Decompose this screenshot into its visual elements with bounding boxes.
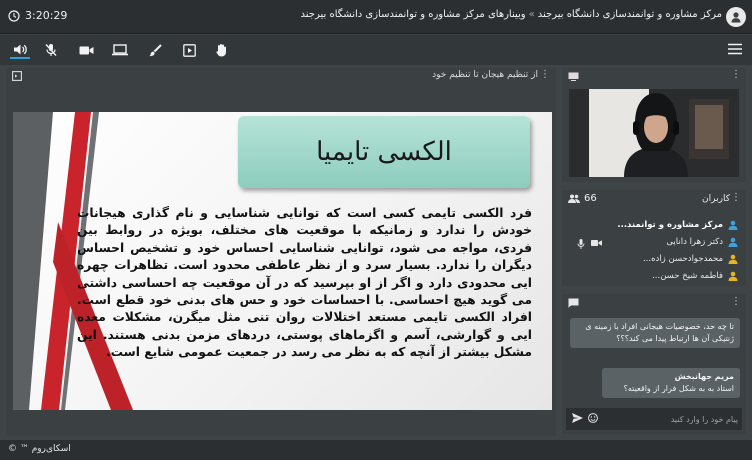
presentation-title: از تنظیم هیجان تا تنظیم خود bbox=[432, 70, 538, 80]
chat-input-bar bbox=[566, 408, 742, 430]
speaker-icon bbox=[13, 43, 28, 56]
user-badge-icon bbox=[728, 271, 738, 281]
chat-message: تا چه حد، خصوصیات هیجانی افراد با زمینه … bbox=[570, 318, 740, 348]
presentation-header: از تنظیم هیجان تا تنظیم خود ⋮ bbox=[6, 68, 556, 84]
footer: اسکای‌روم ™ © bbox=[0, 440, 752, 460]
breadcrumb: مرکز مشاوره و توانمندسازی دانشگاه بیرجند… bbox=[301, 9, 722, 20]
clock-icon bbox=[8, 9, 20, 22]
media-button[interactable] bbox=[179, 41, 199, 59]
user-icon bbox=[730, 11, 742, 23]
chat-options-icon[interactable]: ⋮ bbox=[731, 296, 741, 307]
chat-header: ⋮ bbox=[562, 294, 746, 312]
slide-title-box: الکسی تایمیا bbox=[238, 116, 530, 188]
breadcrumb-current: وبینارهای مرکز مشاوره و توانمندسازی دانش… bbox=[300, 9, 526, 20]
footer-brand: اسکای‌روم ™ © bbox=[8, 444, 71, 454]
chat-message-author: مریم جهانبخش bbox=[674, 372, 734, 381]
slide-body: فرد الکسی تایمی کسی است که توانایی شناسا… bbox=[77, 206, 532, 360]
user-row-presenter[interactable]: مرکز مشاوره و توانمند... bbox=[568, 216, 738, 233]
slide-title: الکسی تایمیا bbox=[316, 137, 452, 167]
user-name: محمدجوادحسن زاده... bbox=[642, 253, 723, 264]
users-options-icon[interactable]: ⋮ bbox=[731, 192, 741, 203]
toolbar bbox=[0, 35, 752, 65]
chat-panel: ⋮ تا چه حد، خصوصیات هیجانی افراد با زمین… bbox=[562, 294, 746, 434]
raise-hand-icon bbox=[215, 43, 228, 57]
media-play-icon bbox=[182, 43, 196, 57]
raise-hand-button[interactable] bbox=[211, 41, 231, 59]
brand-name: اسکای‌روم ™ bbox=[19, 444, 71, 454]
mic-muted-icon bbox=[44, 43, 58, 57]
camera-options-icon[interactable]: ⋮ bbox=[731, 69, 741, 80]
users-panel: 66 کاربران ⋮ مرکز مشاوره و توانمند... دک… bbox=[562, 190, 746, 286]
emoji-icon[interactable] bbox=[588, 413, 598, 423]
user-row[interactable]: فاطمه شیخ حسن... bbox=[568, 267, 738, 284]
title-bar: 3:20:29 مرکز مشاوره و توانمندسازی دانشگا… bbox=[0, 0, 752, 34]
session-clock: 3:20:29 bbox=[8, 9, 67, 22]
breadcrumb-parent[interactable]: مرکز مشاوره و توانمندسازی دانشگاه بیرجند bbox=[538, 9, 722, 20]
copyright-symbol: © bbox=[8, 444, 17, 454]
chat-message-text: استاد به به شکل فرار از واقعیته؟ bbox=[623, 384, 734, 393]
user-name: فاطمه شیخ حسن... bbox=[652, 270, 723, 281]
brush-icon bbox=[149, 43, 162, 57]
whiteboard-button[interactable] bbox=[145, 41, 165, 59]
menu-icon bbox=[728, 43, 742, 55]
clock-time: 3:20:29 bbox=[25, 9, 68, 22]
user-name: مرکز مشاوره و توانمند... bbox=[617, 219, 723, 230]
user-icon bbox=[728, 237, 738, 247]
chat-message-text: تا چه حد، خصوصیات هیجانی افراد با زمینه … bbox=[585, 322, 734, 343]
screen-share-button[interactable] bbox=[110, 41, 130, 59]
users-icon bbox=[568, 194, 580, 203]
users-count: 66 bbox=[584, 193, 597, 204]
chat-message-input[interactable] bbox=[600, 411, 738, 427]
camera-panel: ⋮ bbox=[562, 68, 746, 182]
microphone-button[interactable] bbox=[41, 41, 61, 59]
user-row[interactable]: دکتر زهرا دانایی bbox=[568, 233, 738, 250]
account-button[interactable] bbox=[726, 7, 746, 27]
breadcrumb-separator: » bbox=[528, 9, 535, 20]
screen-icon bbox=[568, 72, 579, 81]
users-title: کاربران bbox=[702, 194, 730, 204]
user-badge-icon bbox=[728, 254, 738, 264]
presentation-panel: از تنظیم هیجان تا تنظیم خود ⋮ الکسی تایم… bbox=[6, 68, 556, 436]
slide: الکسی تایمیا فرد الکسی تایمی کسی است که … bbox=[13, 112, 552, 410]
screen-share-icon bbox=[112, 44, 128, 56]
camera-header: ⋮ bbox=[562, 68, 746, 84]
users-header: 66 کاربران ⋮ bbox=[562, 190, 746, 208]
user-row[interactable]: محمدجوادحسن زاده... bbox=[568, 250, 738, 267]
main-menu-button[interactable] bbox=[728, 43, 742, 55]
send-icon[interactable] bbox=[572, 413, 583, 423]
camera-icon bbox=[79, 45, 94, 56]
presenter-user-icon bbox=[728, 220, 738, 230]
speaker-button[interactable] bbox=[10, 41, 30, 59]
user-name: دکتر زهرا دانایی bbox=[666, 236, 723, 247]
camera-button[interactable] bbox=[76, 41, 96, 59]
panel-options-icon[interactable]: ⋮ bbox=[540, 69, 550, 80]
chat-message: مریم جهانبخش استاد به به شکل فرار از واق… bbox=[602, 368, 740, 398]
chat-icon bbox=[568, 298, 579, 308]
fullscreen-icon[interactable] bbox=[12, 71, 22, 81]
webcam-video bbox=[569, 89, 739, 177]
